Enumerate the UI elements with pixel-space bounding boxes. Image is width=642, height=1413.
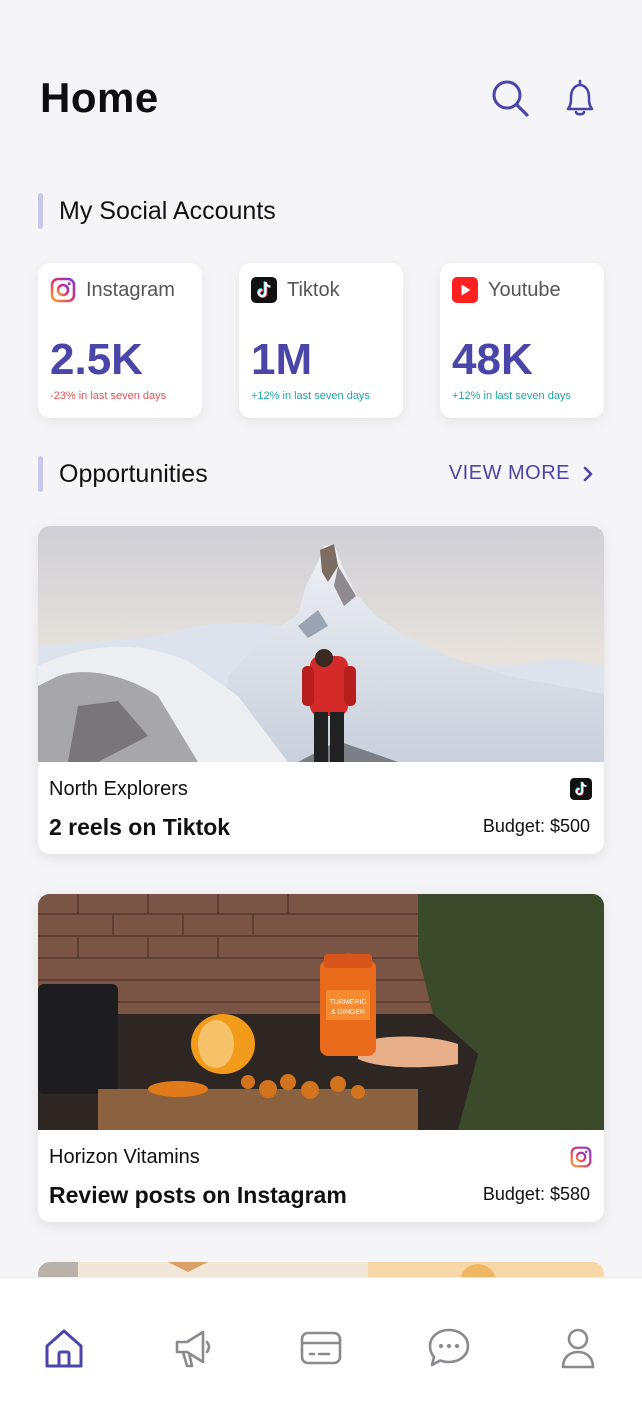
tab-payments[interactable] bbox=[291, 1324, 351, 1372]
account-card-header: Instagram bbox=[50, 277, 175, 303]
view-more-link[interactable]: VIEW MORE bbox=[449, 462, 594, 485]
account-card-tiktok[interactable]: Tiktok 1M +12% in last seven days bbox=[239, 263, 403, 418]
instagram-icon bbox=[570, 1146, 592, 1168]
youtube-icon bbox=[452, 277, 478, 303]
opportunity-title: 2 reels on Tiktok bbox=[49, 814, 231, 840]
opportunity-brand: North Explorers bbox=[49, 778, 188, 800]
chat-icon bbox=[429, 1328, 470, 1367]
section-accent-bar bbox=[38, 456, 43, 492]
instagram-icon bbox=[50, 277, 76, 303]
opportunity-title: Review posts on Instagram bbox=[49, 1182, 347, 1208]
header: Home bbox=[0, 0, 642, 160]
tab-campaigns[interactable] bbox=[163, 1324, 223, 1372]
chevron-right-icon bbox=[583, 466, 593, 481]
opportunity-card[interactable]: TURMERIC & GINGER Horizon Vitamins Revie… bbox=[38, 894, 604, 1222]
svg-text:& GINGER: & GINGER bbox=[331, 1009, 365, 1016]
account-card-instagram[interactable]: Instagram 2.5K -23% in last seven days bbox=[38, 263, 202, 418]
tiktok-icon bbox=[570, 778, 592, 800]
account-follower-count: 1M bbox=[251, 335, 313, 384]
opportunity-image-mountain bbox=[38, 526, 604, 762]
social-accounts-header: My Social Accounts bbox=[38, 193, 276, 229]
notifications-button[interactable] bbox=[560, 78, 600, 118]
opportunity-budget: Budget: $580 bbox=[482, 1184, 590, 1204]
search-icon bbox=[492, 80, 529, 117]
svg-text:TURMERIC: TURMERIC bbox=[330, 999, 367, 1006]
opportunity-card[interactable]: North Explorers 2 reels on Tiktok Budget… bbox=[38, 526, 604, 854]
tab-messages[interactable] bbox=[419, 1324, 479, 1372]
bottom-tab-bar bbox=[0, 1277, 642, 1413]
social-accounts-row: Instagram 2.5K -23% in last seven days T… bbox=[38, 263, 604, 418]
opportunity-brand: Horizon Vitamins bbox=[49, 1146, 200, 1168]
card-icon bbox=[300, 1331, 342, 1365]
megaphone-icon bbox=[175, 1330, 210, 1368]
account-name: Youtube bbox=[488, 278, 561, 301]
section-accent-bar bbox=[38, 193, 43, 229]
opportunity-budget: Budget: $500 bbox=[482, 816, 590, 836]
opportunities-header: Opportunities bbox=[38, 456, 208, 492]
section-title: Opportunities bbox=[59, 459, 208, 488]
tiktok-icon bbox=[251, 277, 277, 303]
account-card-header: Youtube bbox=[452, 277, 561, 303]
account-follower-count: 2.5K bbox=[50, 335, 143, 384]
account-name: Tiktok bbox=[287, 278, 340, 301]
account-card-header: Tiktok bbox=[251, 277, 340, 303]
search-button[interactable] bbox=[490, 78, 530, 118]
account-change: -23% in last seven days bbox=[50, 390, 167, 402]
home-icon bbox=[45, 1329, 83, 1368]
page-title: Home bbox=[40, 74, 159, 121]
account-card-youtube[interactable]: Youtube 48K +12% in last seven days bbox=[440, 263, 604, 418]
user-icon bbox=[561, 1328, 595, 1369]
tab-profile[interactable] bbox=[548, 1324, 608, 1372]
account-name: Instagram bbox=[86, 278, 175, 301]
tab-home[interactable] bbox=[34, 1324, 94, 1372]
opportunity-image-vitamins: TURMERIC & GINGER bbox=[38, 894, 604, 1130]
view-more-label: VIEW MORE bbox=[448, 462, 570, 484]
account-change: +12% in last seven days bbox=[452, 390, 571, 402]
section-title: My Social Accounts bbox=[59, 196, 276, 225]
bell-icon bbox=[566, 79, 594, 116]
account-follower-count: 48K bbox=[452, 335, 533, 384]
account-change: +12% in last seven days bbox=[251, 390, 370, 402]
